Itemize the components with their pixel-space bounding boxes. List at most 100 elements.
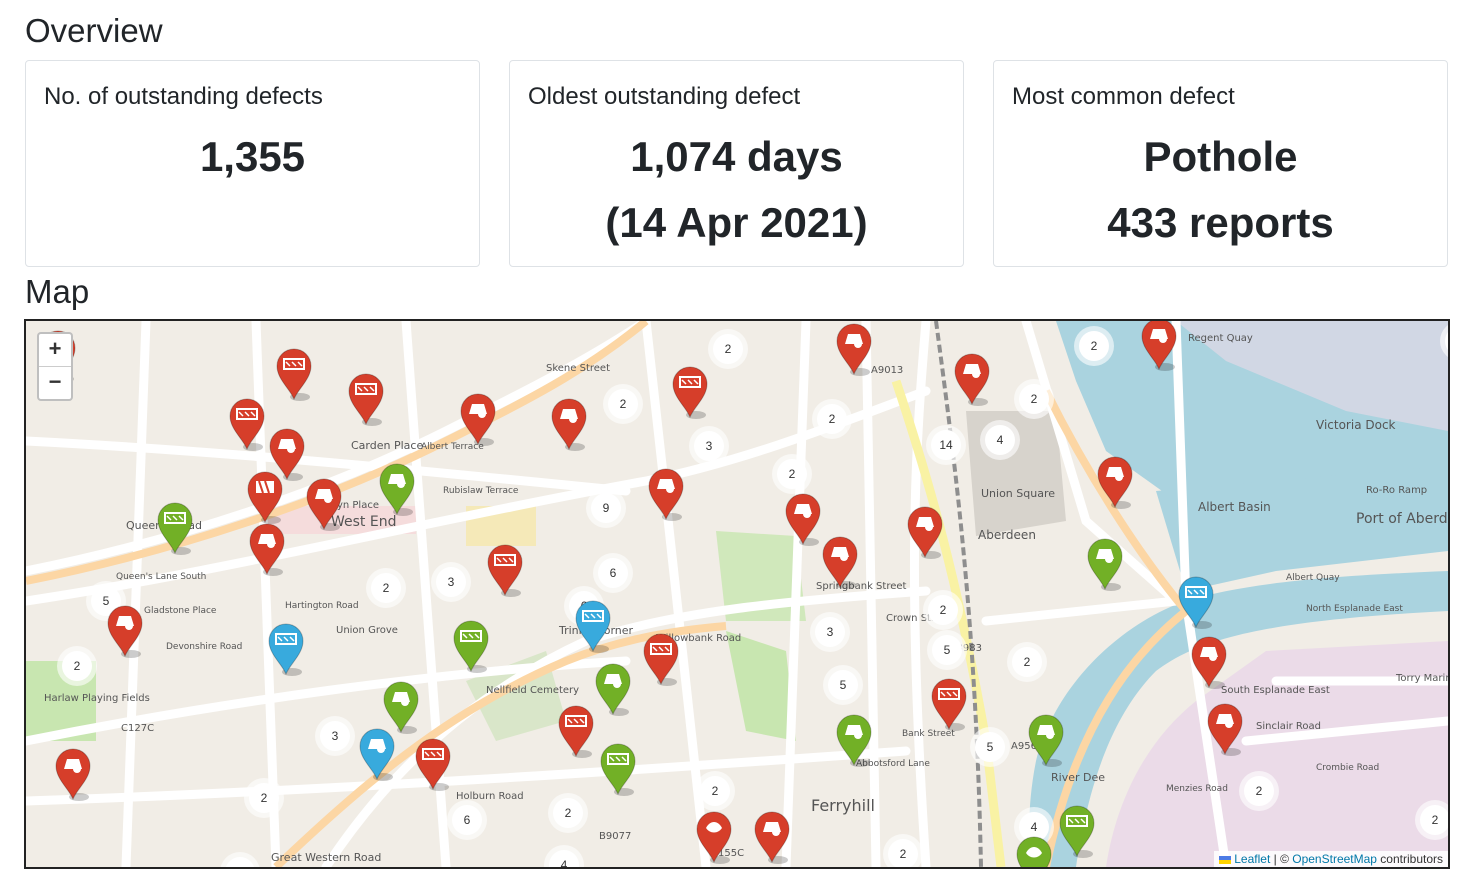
- cluster-count: 2: [565, 806, 572, 820]
- defect-marker[interactable]: [487, 544, 523, 597]
- cluster-count: 2: [789, 467, 796, 481]
- defect-marker[interactable]: [269, 428, 305, 481]
- cluster-count: 3: [448, 575, 455, 589]
- marker-cluster[interactable]: 2: [548, 793, 588, 833]
- marker-cluster[interactable]: 2: [1074, 326, 1114, 366]
- card-label: No. of outstanding defects: [44, 83, 323, 110]
- cluster-count: 2: [1432, 813, 1439, 827]
- marker-cluster[interactable]: 3: [431, 562, 471, 602]
- defect-marker[interactable]: [55, 748, 91, 801]
- leaflet-link[interactable]: Leaflet: [1234, 852, 1270, 866]
- marker-cluster[interactable]: 2: [603, 384, 643, 424]
- defect-marker[interactable]: [643, 633, 679, 686]
- map-place-label: Albert Terrace: [421, 442, 484, 452]
- marker-pin: [1087, 538, 1123, 591]
- defect-marker[interactable]: [359, 728, 395, 781]
- map-place-label: South Esplanade East: [1221, 685, 1330, 696]
- marker-cluster[interactable]: 2: [772, 454, 812, 494]
- marker-cluster[interactable]: 6: [593, 553, 633, 593]
- marker-cluster[interactable]: 6: [447, 800, 487, 840]
- marker-cluster[interactable]: 2: [883, 834, 923, 867]
- zoom-control: + −: [37, 332, 73, 401]
- map-place-label: North Esplanade East: [1306, 604, 1403, 614]
- car-warning-dot: [125, 622, 133, 630]
- car-warning-dot: [397, 480, 405, 488]
- defect-marker[interactable]: [648, 468, 684, 521]
- defect-marker[interactable]: [1016, 836, 1052, 867]
- card-label: Oldest outstanding defect: [528, 83, 801, 110]
- cluster-count: 2: [1091, 339, 1098, 353]
- defect-marker[interactable]: [931, 678, 967, 731]
- map-place-label: Carden Place: [351, 439, 423, 452]
- openstreetmap-link[interactable]: OpenStreetMap: [1292, 852, 1377, 866]
- defect-marker[interactable]: [383, 681, 419, 734]
- defect-marker[interactable]: [348, 373, 384, 426]
- marker-cluster[interactable]: 2: [1239, 771, 1279, 811]
- marker-pin: [268, 623, 304, 676]
- marker-cluster[interactable]: 2: [695, 771, 735, 811]
- defect-marker[interactable]: [276, 348, 312, 401]
- marker-cluster[interactable]: 5: [823, 665, 863, 705]
- map-place-label: Port of Aberdeen: [1356, 511, 1448, 527]
- defect-marker[interactable]: [1087, 538, 1123, 591]
- marker-pin: [487, 544, 523, 597]
- cluster-count: 4: [997, 433, 1004, 447]
- map-place-label: Sinclair Road: [1256, 721, 1321, 732]
- defect-marker[interactable]: [460, 393, 496, 446]
- marker-cluster[interactable]: 2: [57, 646, 97, 686]
- marker-cluster[interactable]: 3: [689, 426, 729, 466]
- defect-marker[interactable]: [672, 366, 708, 419]
- zoom-in-button[interactable]: +: [39, 334, 71, 366]
- defect-marker[interactable]: [558, 705, 594, 758]
- marker-cluster[interactable]: 3: [810, 612, 850, 652]
- marker-cluster[interactable]: 2: [1014, 379, 1054, 419]
- marker-cluster[interactable]: 2: [708, 329, 748, 369]
- defect-marker[interactable]: [600, 743, 636, 796]
- marker-cluster[interactable]: 3: [315, 716, 355, 756]
- cluster-count: 3: [827, 625, 834, 639]
- marker-cluster[interactable]: 4: [544, 845, 584, 867]
- marker-cluster[interactable]: 2: [923, 590, 963, 630]
- map-tiles[interactable]: West End Union Square Aberdeen Port of Aber…: [26, 321, 1448, 867]
- map-attribution: Leaflet | © OpenStreetMap contributors: [1214, 851, 1448, 867]
- map-place-label: Aberdeen: [978, 528, 1036, 542]
- map-place-label: Skene Street: [546, 363, 610, 374]
- defect-marker[interactable]: [453, 620, 489, 673]
- most-common-defect-type: Pothole: [1143, 133, 1298, 180]
- zoom-out-button[interactable]: −: [39, 366, 71, 399]
- road: [121, 321, 151, 867]
- defect-marker[interactable]: [595, 663, 631, 716]
- marker-cluster[interactable]: 5: [970, 727, 1010, 767]
- car-warning-dot: [569, 415, 577, 423]
- marker-cluster[interactable]: 9: [586, 488, 626, 528]
- ukraine-flag-icon: [1219, 855, 1232, 864]
- marker-pin: [249, 523, 285, 576]
- car-warning-dot: [1105, 555, 1113, 563]
- most-common-defect-reports: 433 reports: [1107, 199, 1334, 246]
- car-warning-dot: [324, 495, 332, 503]
- road: [981, 596, 1181, 626]
- marker-pin: [954, 353, 990, 406]
- marker-cluster[interactable]: 2: [366, 568, 406, 608]
- marker-pin: [600, 743, 636, 796]
- cluster-count: 2: [383, 581, 390, 595]
- cluster-count: 6: [610, 566, 617, 580]
- marker-cluster[interactable]: 2: [1007, 642, 1047, 682]
- marker-cluster[interactable]: 3: [220, 852, 260, 867]
- marker-cluster[interactable]: 14: [926, 425, 966, 465]
- defect-marker[interactable]: [268, 623, 304, 676]
- defect-marker[interactable]: [249, 523, 285, 576]
- defect-marker[interactable]: [551, 398, 587, 451]
- marker-cluster[interactable]: 5: [927, 630, 967, 670]
- most-common-defect-card: Most common defect Pothole 433 reports: [993, 60, 1448, 267]
- defect-marker[interactable]: [954, 353, 990, 406]
- cluster-count: 5: [840, 678, 847, 692]
- marker-cluster[interactable]: 2: [812, 399, 852, 439]
- car-warning-dot: [1115, 473, 1123, 481]
- defect-map[interactable]: West End Union Square Aberdeen Port of Aber…: [24, 319, 1450, 869]
- car-warning-dot: [925, 523, 933, 531]
- car-warning-dot: [1159, 335, 1167, 343]
- marker-cluster[interactable]: 4: [980, 420, 1020, 460]
- marker-cluster[interactable]: 2: [244, 778, 284, 818]
- car-warning-dot: [666, 485, 674, 493]
